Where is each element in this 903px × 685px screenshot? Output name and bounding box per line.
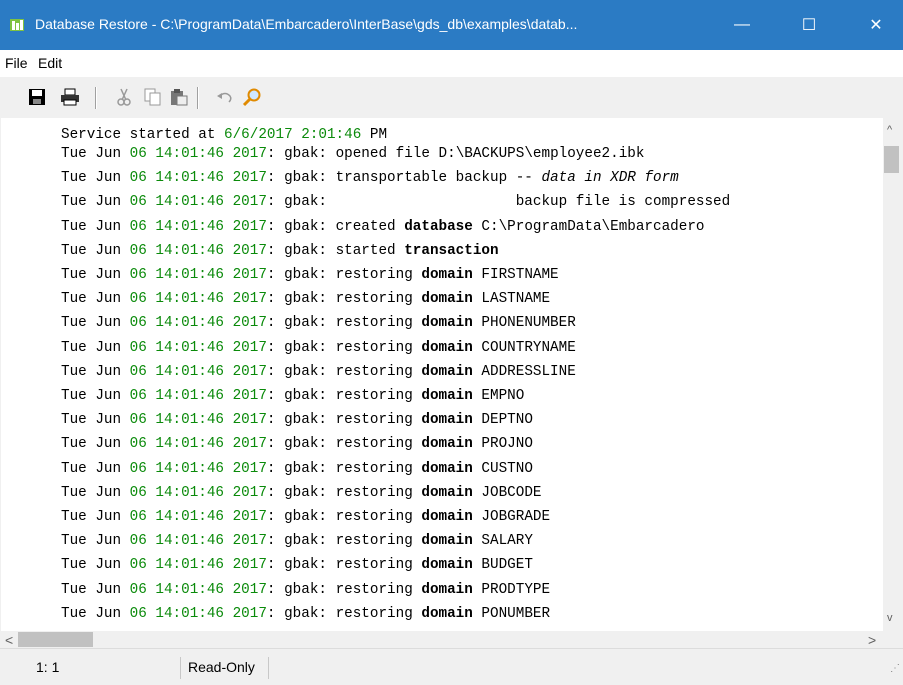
horizontal-scroll-thumb[interactable]: [18, 632, 93, 647]
log-header: Service started at 6/6/2017 2:01:46 PM: [61, 127, 388, 143]
save-button[interactable]: [26, 86, 48, 108]
log-line: Tue Jun 06 14:01:46 2017: gbak: restorin…: [61, 291, 551, 308]
log-line: Tue Jun 06 14:01:46 2017: gbak: restorin…: [61, 315, 576, 332]
scroll-down-icon[interactable]: v: [887, 612, 893, 624]
read-only-indicator: Read-Only: [188, 659, 255, 675]
scrollbar-corner: [883, 631, 900, 648]
log-line: Tue Jun 06 14:01:46 2017: gbak: restorin…: [61, 363, 576, 380]
cut-button[interactable]: [113, 86, 135, 108]
log-line: Tue Jun 06 14:01:46 2017: gbak: restorin…: [61, 412, 533, 429]
log-line: Tue Jun 06 14:01:46 2017: gbak: opened f…: [61, 146, 645, 162]
save-icon: [29, 89, 45, 105]
log-line: Tue Jun 06 14:01:46 2017: gbak: created …: [61, 218, 705, 235]
menu-file[interactable]: File: [5, 55, 28, 71]
scroll-left-icon[interactable]: <: [5, 632, 13, 648]
toolbar: [0, 77, 903, 118]
status-divider: [268, 657, 269, 679]
log-line: Tue Jun 06 14:01:46 2017: gbak: restorin…: [61, 533, 533, 550]
log-line: Tue Jun 06 14:01:46 2017: gbak: restorin…: [61, 581, 551, 598]
close-button[interactable]: ✕: [853, 0, 899, 50]
log-line: Tue Jun 06 14:01:46 2017: gbak: restorin…: [61, 605, 551, 622]
paste-icon: [171, 89, 188, 106]
log-area[interactable]: Service started at 6/6/2017 2:01:46 PM T…: [1, 118, 883, 631]
log-line: Tue Jun 06 14:01:46 2017: gbak: restorin…: [61, 339, 576, 356]
menu-bar: File Edit: [0, 50, 903, 77]
log-line: Tue Jun 06 14:01:46 2017: gbak: backup f…: [61, 194, 731, 211]
copy-icon: [144, 88, 161, 106]
print-icon: [61, 88, 79, 106]
log-line: Tue Jun 06 14:01:46 2017: gbak: restorin…: [61, 388, 525, 404]
print-button[interactable]: [59, 86, 81, 108]
status-bar: 1: 1 Read-Only ⋰: [0, 648, 903, 685]
toolbar-separator: [197, 87, 199, 109]
resize-grip-icon[interactable]: ⋰: [890, 663, 900, 674]
minimize-button[interactable]: —: [719, 0, 765, 50]
find-icon: [242, 88, 261, 107]
log-line: Tue Jun 06 14:01:46 2017: gbak: restorin…: [61, 267, 559, 283]
vertical-scrollbar[interactable]: ^ v: [883, 118, 900, 631]
scroll-right-icon[interactable]: >: [868, 632, 876, 648]
window-title: Database Restore - C:\ProgramData\Embarc…: [35, 16, 578, 32]
scroll-up-icon[interactable]: ^: [887, 124, 892, 136]
undo-button[interactable]: [214, 86, 236, 108]
maximize-button[interactable]: ☐: [786, 0, 832, 50]
undo-icon: [217, 92, 232, 103]
log-line: Tue Jun 06 14:01:46 2017: gbak: restorin…: [61, 557, 533, 574]
horizontal-scrollbar[interactable]: < >: [0, 631, 883, 648]
paste-button[interactable]: [168, 86, 190, 108]
cut-icon: [117, 88, 131, 106]
app-icon: [10, 19, 24, 31]
title-bar[interactable]: Database Restore - C:\ProgramData\Embarc…: [0, 0, 903, 50]
toolbar-separator: [95, 87, 97, 109]
vertical-scroll-thumb[interactable]: [884, 146, 899, 173]
menu-edit[interactable]: Edit: [38, 55, 62, 71]
copy-button[interactable]: [142, 86, 164, 108]
log-line: Tue Jun 06 14:01:46 2017: gbak: restorin…: [61, 460, 533, 477]
cursor-position: 1: 1: [36, 659, 60, 675]
log-line: Tue Jun 06 14:01:46 2017: gbak: restorin…: [61, 436, 533, 453]
status-divider: [180, 657, 181, 679]
log-line: Tue Jun 06 14:01:46 2017: gbak: transpor…: [61, 170, 679, 187]
log-line: Tue Jun 06 14:01:46 2017: gbak: started …: [61, 242, 499, 259]
log-line: Tue Jun 06 14:01:46 2017: gbak: restorin…: [61, 509, 551, 525]
find-button[interactable]: [241, 86, 263, 108]
log-line: Tue Jun 06 14:01:46 2017: gbak: restorin…: [61, 484, 542, 501]
